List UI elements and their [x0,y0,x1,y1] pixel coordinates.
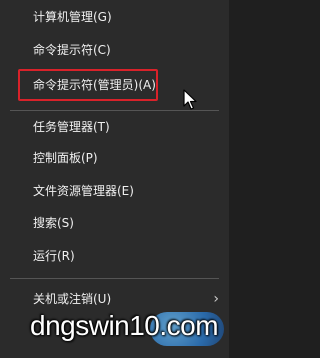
menu-item-label: 文件资源管理器(E) [33,184,134,198]
menu-item-task-manager[interactable]: 任务管理器(T) [0,114,229,140]
menu-item-label: 搜索(S) [33,216,74,230]
menu-item-control-panel[interactable]: 控制面板(P) [0,145,229,171]
menu-item-label: 任务管理器(T) [33,120,110,134]
menu-item-label: 控制面板(P) [33,151,98,165]
menu-item-command-prompt[interactable]: 命令提示符(C) [0,37,229,63]
menu-item-label: 命令提示符(C) [33,43,111,57]
menu-item-shutdown-signout[interactable]: 关机或注销(U) › [0,286,229,312]
context-menu: 计算机管理(G) 命令提示符(C) 命令提示符(管理员)(A) 任务管理器(T)… [0,0,229,358]
menu-item-file-explorer[interactable]: 文件资源管理器(E) [0,178,229,204]
menu-item-run[interactable]: 运行(R) [0,243,229,269]
chevron-right-icon: › [213,291,219,307]
menu-item-label: 计算机管理(G) [33,10,112,24]
menu-item-computer-management[interactable]: 计算机管理(G) [0,4,229,30]
mouse-pointer-icon [183,89,197,110]
menu-item-label: 命令提示符(管理员)(A) [33,78,156,92]
menu-item-label: 关机或注销(U) [33,292,112,306]
menu-separator [10,278,219,279]
menu-item-label: 运行(R) [33,249,75,263]
watermark-text: dngswin10.com [30,310,219,341]
menu-item-search[interactable]: 搜索(S) [0,210,229,236]
